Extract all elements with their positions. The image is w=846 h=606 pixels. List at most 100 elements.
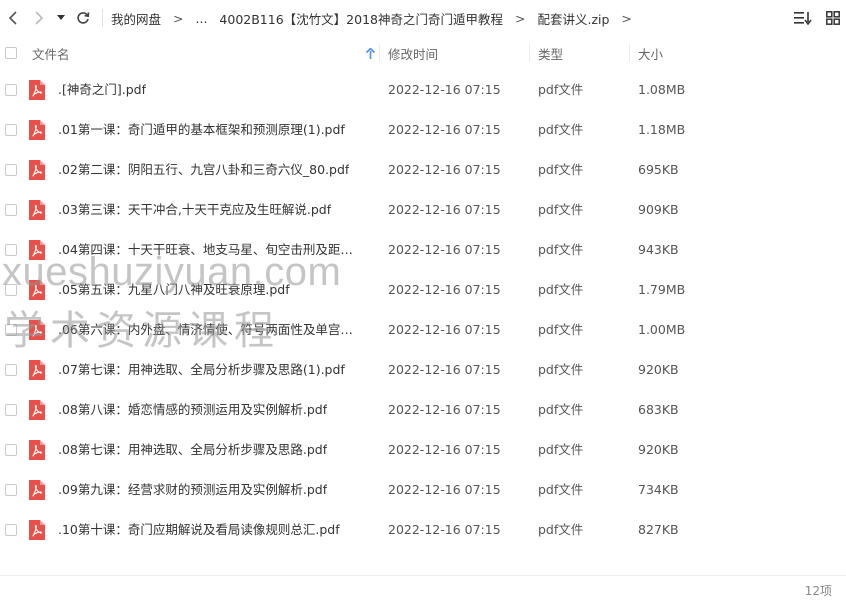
row-checkbox[interactable] — [5, 204, 17, 216]
pdf-file-icon — [29, 160, 45, 180]
file-row[interactable]: .03第三课：天干冲合,十天干克应及生旺解说.pdf 2022-12-16 07… — [0, 190, 846, 230]
file-name[interactable]: .[神奇之门].pdf — [58, 70, 146, 110]
row-checkbox[interactable] — [5, 364, 17, 376]
view-tools — [794, 0, 840, 36]
status-bar: 12项 — [0, 575, 846, 604]
pdf-file-icon — [29, 200, 45, 220]
file-name[interactable]: .05第五课：九星八门八神及旺衰原理.pdf — [58, 270, 290, 310]
file-modified-time: 2022-12-16 07:15 — [388, 282, 501, 297]
file-size: 1.08MB — [638, 82, 686, 97]
pdf-file-icon — [29, 120, 45, 140]
file-name[interactable]: .07第七课：用神选取、全局分析步骤及思路(1).pdf — [58, 350, 345, 390]
file-type: pdf文件 — [538, 282, 584, 297]
breadcrumb-separator: > — [621, 10, 632, 26]
column-header-name[interactable]: 文件名 — [32, 36, 70, 70]
file-type: pdf文件 — [538, 122, 584, 137]
file-modified-time: 2022-12-16 07:15 — [388, 402, 501, 417]
row-checkbox[interactable] — [5, 84, 17, 96]
pdf-file-icon — [29, 400, 45, 420]
file-row[interactable]: .07第七课：用神选取、全局分析步骤及思路(1).pdf 2022-12-16 … — [0, 350, 846, 390]
row-checkbox[interactable] — [5, 124, 17, 136]
caret-down-icon — [57, 15, 65, 20]
file-name[interactable]: .04第四课：十天干旺衰、地支马星、旬空击刑及距离.pdf — [58, 230, 364, 270]
file-name[interactable]: .02第二课：阴阳五行、九宫八卦和三奇六仪_80.pdf — [58, 150, 349, 190]
breadcrumb-separator: > — [173, 10, 184, 26]
breadcrumb-root[interactable]: 我的网盘 — [111, 9, 161, 28]
file-size: 943KB — [638, 242, 679, 257]
toolbar: 我的网盘 > ... 4002B116【沈竹文】2018神奇之门奇门遁甲教程 >… — [0, 0, 846, 36]
file-size: 920KB — [638, 362, 679, 377]
file-list-header: 文件名 修改时间 类型 大小 — [0, 36, 846, 70]
sort-button[interactable] — [794, 11, 812, 25]
breadcrumb-folder[interactable]: 4002B116【沈竹文】2018神奇之门奇门遁甲教程 — [219, 9, 503, 28]
row-checkbox[interactable] — [5, 404, 17, 416]
breadcrumb-current[interactable]: 配套讲义.zip — [537, 9, 609, 28]
file-row[interactable]: .02第二课：阴阳五行、九宫八卦和三奇六仪_80.pdf 2022-12-16 … — [0, 150, 846, 190]
file-name[interactable]: .09第九课：经营求财的预测运用及实例解析.pdf — [58, 470, 327, 510]
file-type: pdf文件 — [538, 82, 584, 97]
file-row[interactable]: .09第九课：经营求财的预测运用及实例解析.pdf 2022-12-16 07:… — [0, 470, 846, 510]
file-size: 683KB — [638, 402, 679, 417]
file-type: pdf文件 — [538, 442, 584, 457]
file-name[interactable]: .03第三课：天干冲合,十天干克应及生旺解说.pdf — [58, 190, 331, 230]
file-type: pdf文件 — [538, 322, 584, 337]
file-name[interactable]: .01第一课：奇门遁甲的基本框架和预测原理(1).pdf — [58, 110, 345, 150]
sort-list-icon — [794, 12, 812, 25]
pdf-file-icon — [29, 280, 45, 300]
file-name[interactable]: .10第十课：奇门应期解说及看局读像规则总汇.pdf — [58, 510, 340, 550]
row-checkbox[interactable] — [5, 444, 17, 456]
file-row[interactable]: .05第五课：九星八门八神及旺衰原理.pdf 2022-12-16 07:15 … — [0, 270, 846, 310]
column-header-size[interactable]: 大小 — [638, 36, 663, 70]
file-type: pdf文件 — [538, 402, 584, 417]
file-modified-time: 2022-12-16 07:15 — [388, 122, 501, 137]
row-checkbox[interactable] — [5, 484, 17, 496]
row-checkbox[interactable] — [5, 244, 17, 256]
file-size: 909KB — [638, 202, 679, 217]
file-name[interactable]: .06第六课：内外盘、情济情使、符号两面性及单宫信息... — [58, 310, 364, 350]
refresh-icon — [77, 12, 90, 24]
column-header-time[interactable]: 修改时间 — [388, 36, 438, 70]
file-modified-time: 2022-12-16 07:15 — [388, 242, 501, 257]
file-size: 1.79MB — [638, 282, 686, 297]
column-divider[interactable] — [629, 44, 630, 62]
file-row[interactable]: .08第八课：婚恋情感的预测运用及实例解析.pdf 2022-12-16 07:… — [0, 390, 846, 430]
refresh-button[interactable] — [70, 0, 96, 36]
pdf-file-icon — [29, 520, 45, 540]
row-checkbox[interactable] — [5, 524, 17, 536]
file-row[interactable]: .04第四课：十天干旺衰、地支马星、旬空击刑及距离.pdf 2022-12-16… — [0, 230, 846, 270]
select-all-checkbox[interactable] — [5, 47, 17, 59]
file-type: pdf文件 — [538, 482, 584, 497]
file-name[interactable]: .08第七课：用神选取、全局分析步骤及思路.pdf — [58, 430, 327, 470]
file-type: pdf文件 — [538, 242, 584, 257]
column-divider[interactable] — [379, 44, 380, 62]
file-row[interactable]: .06第六课：内外盘、情济情使、符号两面性及单宫信息... 2022-12-16… — [0, 310, 846, 350]
file-modified-time: 2022-12-16 07:15 — [388, 322, 501, 337]
item-count: 12项 — [804, 584, 832, 598]
column-divider[interactable] — [529, 44, 530, 62]
grid-view-button[interactable] — [826, 11, 840, 25]
breadcrumb-ellipsis[interactable]: ... — [196, 11, 208, 26]
column-header-type[interactable]: 类型 — [538, 36, 563, 70]
file-size: 827KB — [638, 522, 679, 537]
file-name[interactable]: .08第八课：婚恋情感的预测运用及实例解析.pdf — [58, 390, 327, 430]
breadcrumb-separator: > — [514, 10, 526, 26]
file-row[interactable]: .[神奇之门].pdf 2022-12-16 07:15 pdf文件 1.08M… — [0, 70, 846, 110]
forward-button[interactable] — [26, 0, 52, 36]
row-checkbox[interactable] — [5, 324, 17, 336]
file-row[interactable]: .01第一课：奇门遁甲的基本框架和预测原理(1).pdf 2022-12-16 … — [0, 110, 846, 150]
file-size: 920KB — [638, 442, 679, 457]
file-modified-time: 2022-12-16 07:15 — [388, 202, 501, 217]
file-size: 734KB — [638, 482, 679, 497]
file-modified-time: 2022-12-16 07:15 — [388, 522, 501, 537]
file-row[interactable]: .10第十课：奇门应期解说及看局读像规则总汇.pdf 2022-12-16 07… — [0, 510, 846, 550]
row-checkbox[interactable] — [5, 284, 17, 296]
toolbar-divider — [102, 9, 103, 27]
file-row[interactable]: .08第七课：用神选取、全局分析步骤及思路.pdf 2022-12-16 07:… — [0, 430, 846, 470]
file-type: pdf文件 — [538, 362, 584, 377]
back-button[interactable] — [0, 0, 26, 36]
history-dropdown-button[interactable] — [52, 0, 70, 36]
pdf-file-icon — [29, 320, 45, 340]
grid-icon — [826, 11, 840, 25]
row-checkbox[interactable] — [5, 164, 17, 176]
pdf-file-icon — [29, 480, 45, 500]
